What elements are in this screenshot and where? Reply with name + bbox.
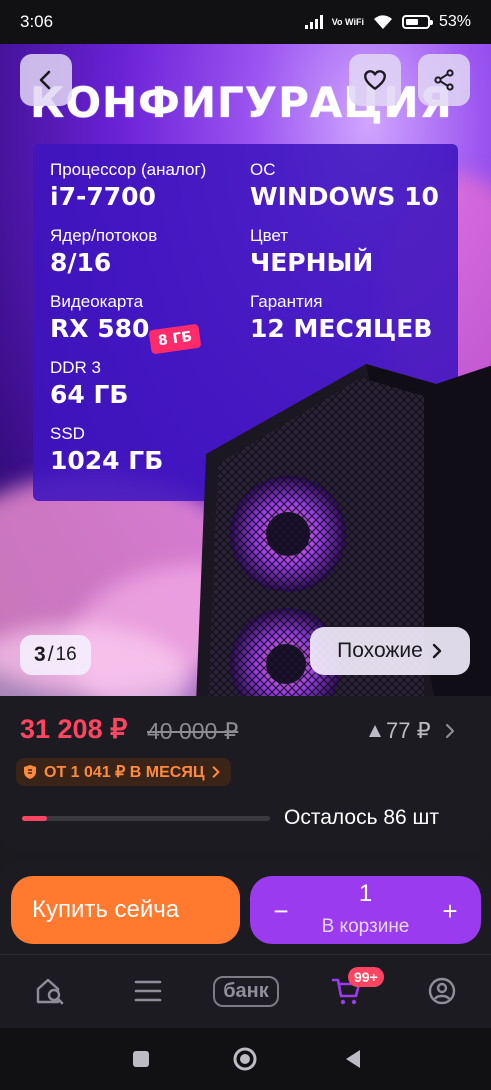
spec-value: 8/16	[50, 248, 112, 277]
triangle-up-icon	[369, 725, 381, 737]
nav-home[interactable]	[32, 973, 68, 1009]
chevron-left-icon	[39, 70, 51, 90]
profile-icon	[428, 977, 456, 1005]
bank-label: банк	[213, 975, 279, 1007]
home-button[interactable]	[232, 1046, 258, 1072]
spec-color: Цвет ЧЕРНЫЙ	[250, 226, 373, 277]
back-nav-button[interactable]	[340, 1046, 366, 1072]
similar-label: Похожие	[337, 639, 423, 662]
increase-quantity-button[interactable]: +	[433, 894, 467, 928]
status-time: 3:06	[20, 12, 54, 31]
spec-ram: DDR 3 64 ГБ	[50, 358, 128, 409]
back-button[interactable]	[20, 54, 72, 106]
spec-warranty: Гарантия 12 МЕСЯЦЕВ	[250, 292, 432, 343]
price-panel: 31 208 ₽ 40 000 ₽ 77 ₽ ОТ 1 041 ₽ В МЕСЯ…	[0, 696, 491, 852]
vowifi-label: Vo WiFi	[331, 16, 364, 27]
cashback-link[interactable]: 77 ₽	[368, 718, 457, 744]
spec-cpu: Процессор (аналог) i7-7700	[50, 160, 206, 211]
gallery-current: 3	[34, 643, 46, 666]
installment-text: ОТ 1 041 ₽ В МЕСЯЦ	[44, 764, 205, 781]
heart-icon	[364, 70, 386, 90]
chevron-right-icon	[445, 723, 454, 739]
stock-progress-fill	[22, 816, 47, 821]
bottom-nav: банк 99+	[0, 954, 491, 1028]
spec-cores: Ядер/потоков 8/16	[50, 226, 157, 277]
gallery-counter: 3 / 16	[20, 635, 91, 675]
spec-label: Процессор (аналог)	[50, 160, 207, 179]
spec-gpu: Видеокарта RX 580	[50, 292, 149, 343]
chevron-right-icon	[432, 643, 442, 659]
chevron-right-icon	[212, 766, 219, 778]
catalog-menu-icon	[134, 980, 162, 1002]
favorite-button[interactable]	[349, 54, 401, 106]
buy-now-button[interactable]: Купить сейча	[11, 876, 240, 944]
spec-ssd: SSD 1024 ГБ	[50, 424, 163, 475]
home-search-icon	[36, 978, 64, 1005]
gallery-total: 16	[55, 644, 77, 665]
nav-cart[interactable]: 99+	[328, 967, 384, 1009]
old-price: 40 000 ₽	[147, 718, 239, 744]
battery-percent: 53%	[438, 13, 471, 30]
nav-catalog[interactable]	[131, 973, 165, 1009]
current-price: 31 208 ₽	[20, 714, 128, 744]
spec-value: 12 МЕСЯЦЕВ	[250, 314, 433, 343]
circle-icon	[233, 1047, 257, 1071]
cashback-value: 77 ₽	[386, 718, 431, 743]
action-bar: Купить сейча − 1 В корзине +	[0, 860, 491, 954]
similar-button[interactable]: Похожие	[310, 627, 470, 675]
spec-value: 1024 ГБ	[50, 446, 164, 475]
cart-quantity-control: − 1 В корзине +	[250, 876, 481, 944]
nav-profile[interactable]	[424, 973, 460, 1009]
spec-value: RX 580	[50, 314, 150, 343]
spec-label: DDR 3	[50, 358, 102, 377]
share-button[interactable]	[418, 54, 470, 106]
spec-label: Цвет	[250, 226, 289, 245]
square-icon	[133, 1051, 149, 1067]
triangle-left-icon	[346, 1050, 360, 1068]
shield-icon	[24, 765, 36, 779]
spec-value: 64 ГБ	[50, 380, 129, 409]
buy-now-label: Купить сейча	[32, 896, 180, 923]
spec-label: Гарантия	[250, 292, 323, 311]
battery-icon	[401, 15, 433, 29]
spec-label: SSD	[50, 424, 85, 443]
gallery-separator: /	[47, 643, 54, 666]
stock-progress	[22, 816, 270, 821]
spec-label: ОС	[250, 160, 276, 179]
signal-icon	[304, 15, 323, 29]
spec-os: ОС WINDOWS 10	[250, 160, 439, 211]
spec-value: WINDOWS 10	[250, 182, 439, 211]
cart-count-badge: 99+	[348, 967, 384, 987]
installment-badge[interactable]: ОТ 1 041 ₽ В МЕСЯЦ	[16, 758, 231, 786]
product-image[interactable]: КОНФИГУРАЦИЯ Процессор (аналог) i7-7700 …	[0, 44, 491, 696]
wifi-icon	[373, 15, 392, 29]
stock-text: Осталось 86 шт	[284, 806, 439, 829]
system-nav-bar	[0, 1028, 491, 1090]
nav-bank[interactable]: банк	[212, 973, 280, 1009]
share-icon	[434, 69, 454, 91]
spec-value: ЧЕРНЫЙ	[250, 248, 374, 277]
spec-label: Видеокарта	[50, 292, 144, 311]
spec-label: Ядер/потоков	[50, 226, 158, 245]
status-bar: 3:06 Vo WiFi 53%	[0, 0, 491, 44]
status-icons: Vo WiFi 53%	[304, 13, 471, 31]
recent-apps-button[interactable]	[128, 1046, 154, 1072]
spec-value: i7-7700	[50, 182, 156, 211]
